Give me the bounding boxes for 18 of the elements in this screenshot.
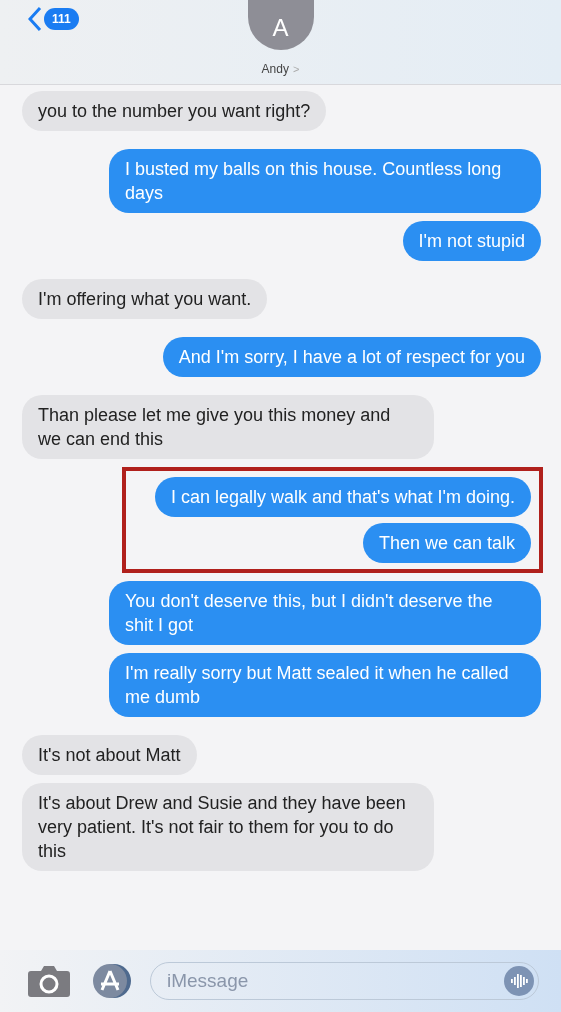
received-message: Than please let me give you this money and we can end this	[22, 395, 434, 459]
sent-message: I can legally walk and that's what I'm doing.	[154, 477, 531, 517]
received-message: you to the number you want right?	[22, 91, 327, 131]
received-message: It's about Drew and Susie and they have been very patient. It's not fair to them for you to do this	[22, 783, 434, 871]
back-icon[interactable]	[28, 6, 42, 32]
sent-message: I'm not stupid	[402, 221, 541, 261]
sent-message: Then we can talk	[362, 523, 531, 563]
audio-icon[interactable]	[504, 966, 534, 996]
received-message: It's not about Matt	[22, 735, 197, 775]
sent-message: And I'm sorry, I have a lot of respect for you	[162, 337, 541, 377]
camera-icon[interactable]	[28, 965, 70, 997]
received-message: I'm offering what you want.	[22, 279, 268, 319]
sent-message: I'm really sorry but Matt sealed it when he called me dumb	[109, 653, 541, 717]
sent-message: I busted my balls on this house. Countless long days	[109, 149, 541, 213]
contact-name[interactable]: Andy >	[261, 62, 300, 76]
contact-avatar[interactable]: A	[247, 0, 314, 50]
sent-message: You don't deserve this, but I didn't deserve the shit I got	[109, 581, 541, 645]
unread-count[interactable]: 111	[44, 8, 79, 30]
